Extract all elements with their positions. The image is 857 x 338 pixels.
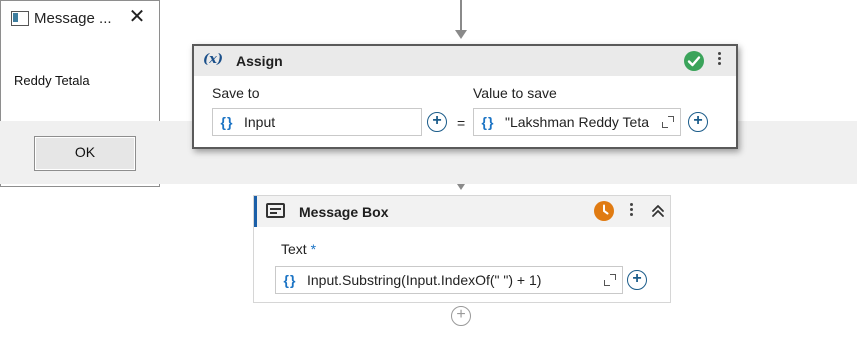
dialog-titlebar[interactable]: Message ... ✕ — [0, 0, 857, 36]
assign-icon: (x) — [203, 52, 224, 67]
dialog-title: Message ... — [34, 10, 112, 27]
assign-more-icon[interactable] — [716, 50, 722, 70]
value-add-button[interactable]: + — [688, 112, 708, 132]
save-to-field[interactable]: {} Input — [212, 108, 422, 136]
message-box-icon — [266, 203, 285, 218]
save-to-value[interactable]: Input — [244, 109, 414, 135]
expression-braces-icon: {} — [283, 272, 297, 288]
pending-clock-icon — [594, 201, 614, 221]
text-add-button[interactable]: + — [627, 270, 647, 290]
message-dialog: Message ... ✕ Reddy Tetala OK — [0, 0, 857, 187]
text-value[interactable]: Input.Substring(Input.IndexOf(" ") + 1) — [307, 267, 597, 293]
assign-header[interactable]: (x) Assign — [194, 46, 736, 76]
message-box-title: Message Box — [299, 204, 389, 220]
text-label: Text * — [281, 241, 316, 257]
expression-braces-icon: {} — [220, 114, 234, 130]
assign-activity[interactable]: (x) Assign Save to {} Input + = Value to… — [192, 44, 738, 149]
message-box-header[interactable]: Message Box — [254, 196, 670, 227]
ok-button[interactable]: OK — [34, 136, 136, 171]
collapse-chevron-icon[interactable] — [651, 202, 665, 220]
message-box-more-icon[interactable] — [628, 201, 634, 221]
message-box-activity[interactable]: Message Box Text * {} Input.Substring(In… — [253, 195, 671, 303]
expression-braces-icon: {} — [481, 114, 495, 130]
assign-title: Assign — [236, 53, 283, 69]
save-to-add-button[interactable]: + — [427, 112, 447, 132]
dialog-message: Reddy Tetala — [14, 73, 90, 88]
app-icon — [11, 11, 29, 26]
value-to-save-value[interactable]: "Lakshman Reddy Teta — [505, 109, 653, 135]
value-to-save-label: Value to save — [473, 85, 557, 101]
close-icon[interactable]: ✕ — [126, 7, 148, 29]
text-field[interactable]: {} Input.Substring(Input.IndexOf(" ") + … — [275, 266, 623, 294]
save-to-label: Save to — [212, 85, 260, 101]
required-mark: * — [310, 241, 317, 257]
text-label-text: Text — [281, 241, 307, 257]
equals-sign: = — [457, 115, 466, 131]
success-check-icon — [684, 51, 704, 71]
expand-editor-icon[interactable] — [662, 116, 674, 128]
add-activity-button[interactable]: + — [451, 306, 471, 326]
value-to-save-field[interactable]: {} "Lakshman Reddy Teta — [473, 108, 681, 136]
expand-editor-icon[interactable] — [604, 274, 616, 286]
